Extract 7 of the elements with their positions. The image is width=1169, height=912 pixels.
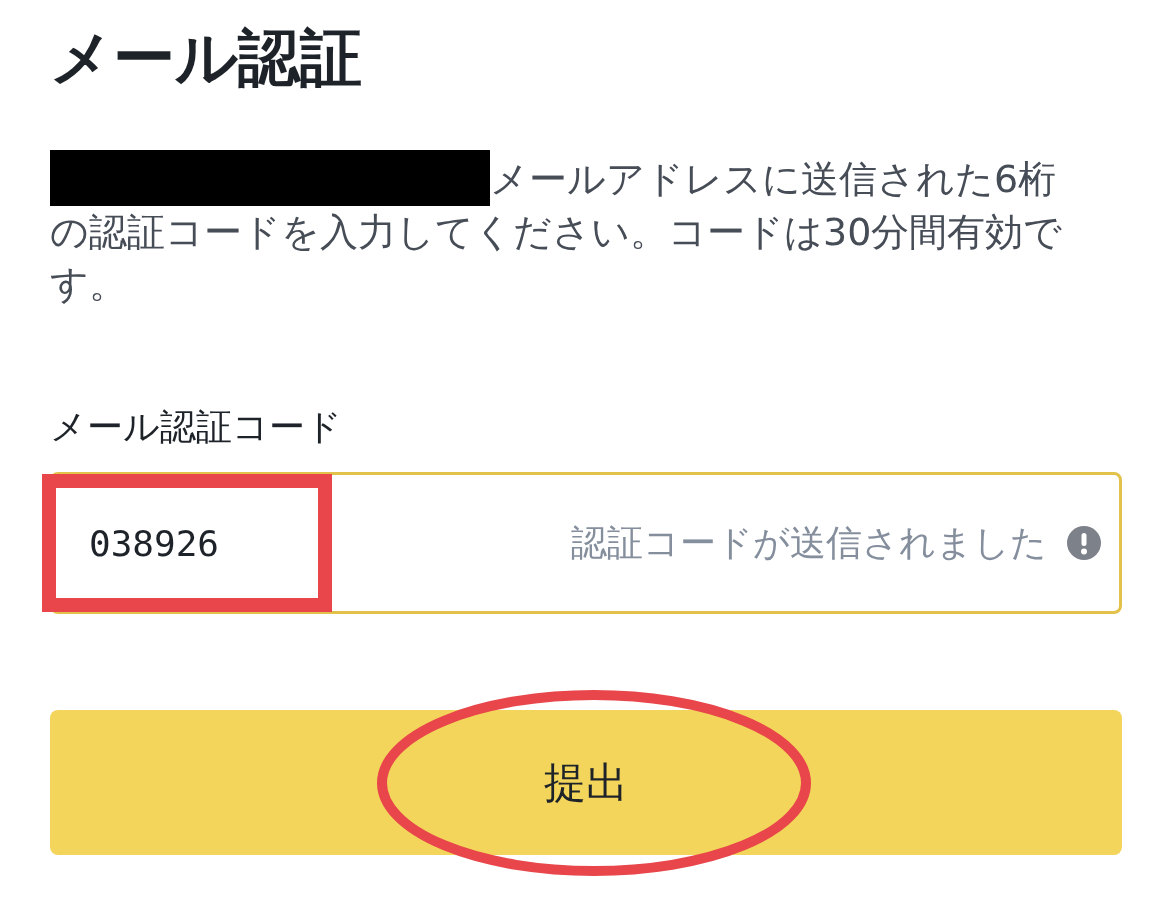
field-label: メール認証コード: [50, 405, 343, 449]
instruction-text: メールアドレスに送信された6桁の認証コードを入力してください。コードは30分間有効です。: [50, 150, 1064, 310]
submit-button[interactable]: 提出: [50, 710, 1122, 855]
page-title: メール認証: [50, 20, 363, 96]
status-message: 認証コードが送信されました: [571, 520, 1047, 565]
code-input[interactable]: 038926: [89, 522, 319, 564]
exclamation-icon: [1067, 526, 1101, 560]
